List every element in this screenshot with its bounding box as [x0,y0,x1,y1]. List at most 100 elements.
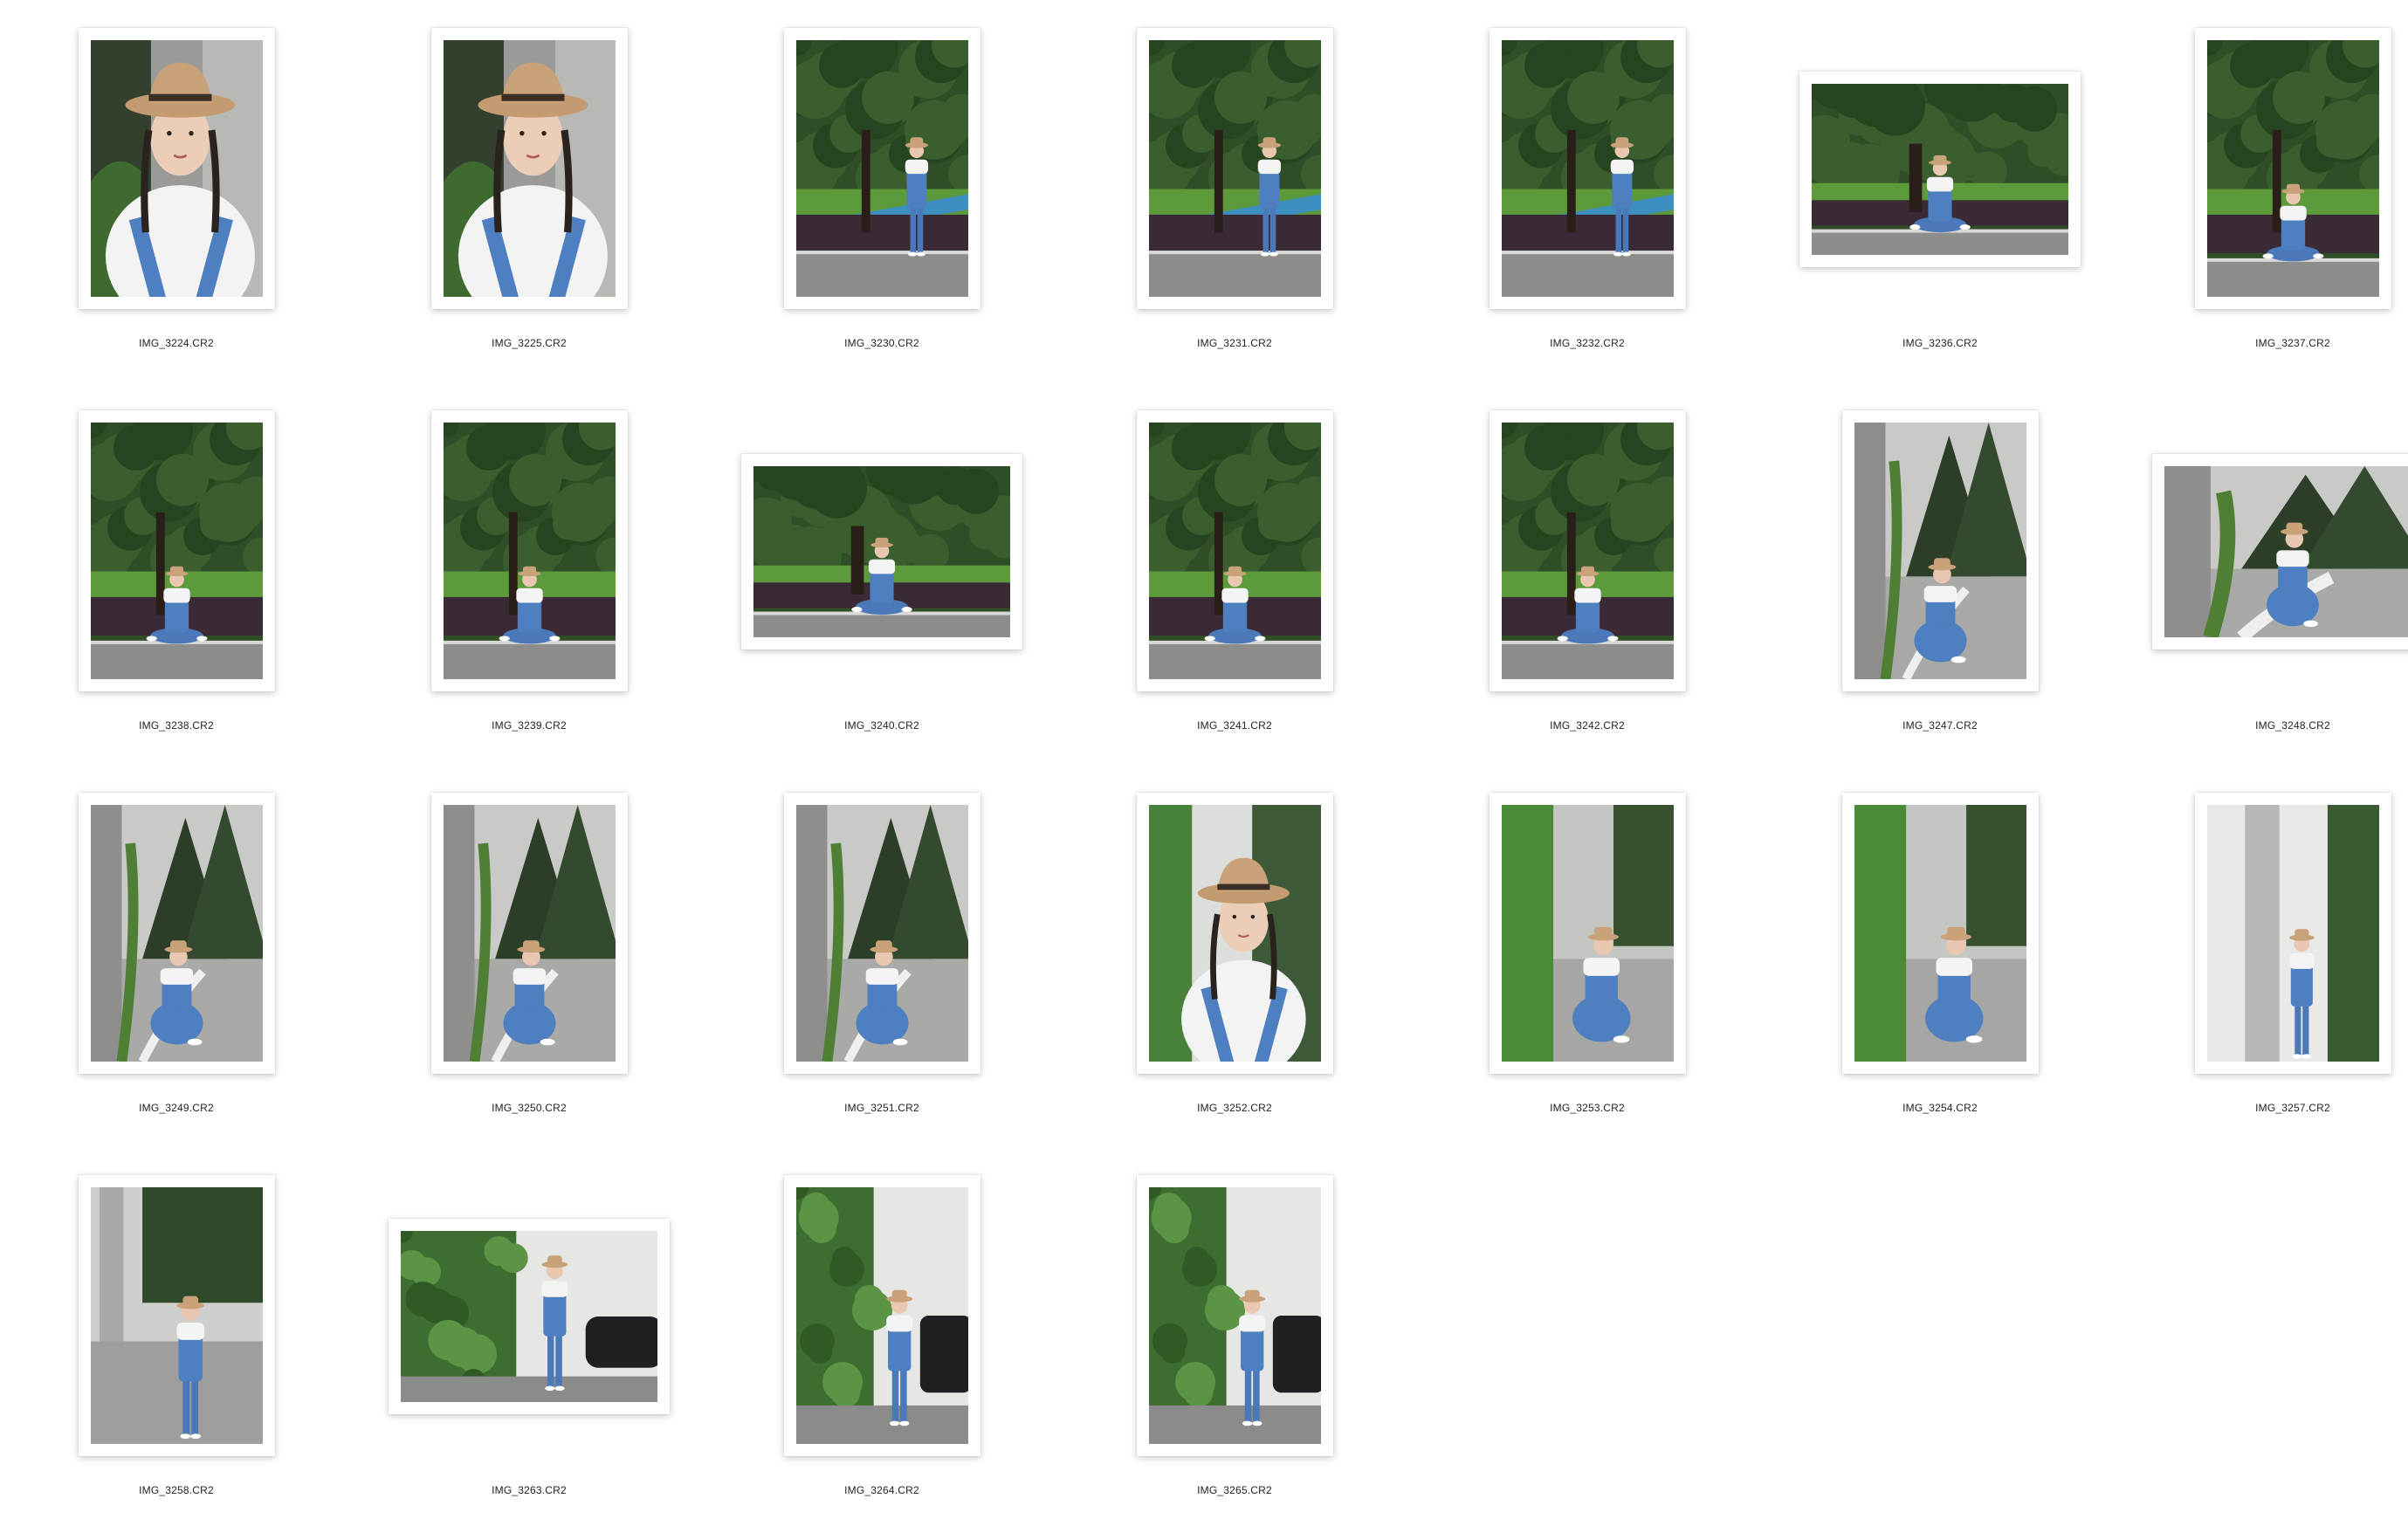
file-name-label: IMG_3250.CR2 [492,1102,567,1114]
photo-thumbnail-cell[interactable]: IMG_3232.CR2 [1411,0,1764,382]
photo-image [753,466,1010,637]
photo-image [1502,40,1674,297]
photo-thumbnail-cell[interactable]: IMG_3254.CR2 [1764,765,2116,1147]
photo-thumbnail-cell[interactable]: IMG_3242.CR2 [1411,382,1764,765]
photo-thumbnail[interactable] [1137,410,1333,691]
file-name-label: IMG_3224.CR2 [139,337,214,349]
photo-thumbnail[interactable] [431,28,628,309]
photo-image [91,1187,263,1444]
file-name-label: IMG_3240.CR2 [844,719,919,732]
photo-thumbnail-cell[interactable]: IMG_3231.CR2 [1058,0,1411,382]
file-name-label: IMG_3241.CR2 [1197,719,1272,732]
photo-thumbnail-cell[interactable]: IMG_3263.CR2 [353,1147,705,1530]
photo-thumbnail[interactable] [1137,28,1333,309]
photo-thumbnail[interactable] [1137,1175,1333,1456]
file-name-label: IMG_3239.CR2 [492,719,567,732]
photo-thumbnail[interactable] [79,793,275,1074]
photo-image [91,423,263,679]
photo-thumbnail[interactable] [389,1219,670,1414]
file-name-label: IMG_3251.CR2 [844,1102,919,1114]
photo-thumbnail-cell[interactable]: IMG_3253.CR2 [1411,765,1764,1147]
photo-thumbnail-cell[interactable]: IMG_3224.CR2 [0,0,353,382]
photo-image [91,40,263,297]
photo-image [91,805,263,1062]
file-name-label: IMG_3232.CR2 [1550,337,1625,349]
file-name-label: IMG_3236.CR2 [1902,337,1978,349]
photo-thumbnail-cell[interactable]: IMG_3258.CR2 [0,1147,353,1530]
photo-image [1812,84,2068,255]
photo-thumbnail-cell[interactable]: IMG_3241.CR2 [1058,382,1411,765]
photo-thumbnail-cell[interactable]: IMG_3239.CR2 [353,382,705,765]
photo-image [2164,466,2408,637]
photo-thumbnail-cell[interactable]: IMG_3230.CR2 [705,0,1058,382]
photo-thumbnail[interactable] [1842,410,2039,691]
photo-thumbnail-cell[interactable]: IMG_3248.CR2 [2116,382,2408,765]
photo-thumbnail[interactable] [741,454,1022,650]
file-name-label: IMG_3238.CR2 [139,719,214,732]
photo-thumbnail-cell[interactable]: IMG_3250.CR2 [353,765,705,1147]
file-name-label: IMG_3265.CR2 [1197,1484,1272,1496]
file-name-label: IMG_3264.CR2 [844,1484,919,1496]
file-name-label: IMG_3258.CR2 [139,1484,214,1496]
photo-image [796,1187,968,1444]
photo-thumbnail-cell[interactable]: IMG_3265.CR2 [1058,1147,1411,1530]
photo-image [2207,40,2379,297]
photo-image [1149,1187,1321,1444]
photo-thumbnail[interactable] [1490,28,1686,309]
file-name-label: IMG_3225.CR2 [492,337,567,349]
photo-thumbnail[interactable] [431,410,628,691]
photo-image [1149,40,1321,297]
photo-thumbnail[interactable] [79,28,275,309]
photo-image [1854,805,2026,1062]
photo-thumbnail-cell[interactable]: IMG_3238.CR2 [0,382,353,765]
photo-thumbnail[interactable] [1490,793,1686,1074]
photo-thumbnail[interactable] [79,410,275,691]
photo-thumbnail[interactable] [431,793,628,1074]
photo-image [444,805,616,1062]
photo-image [796,40,968,297]
file-name-label: IMG_3237.CR2 [2255,337,2330,349]
photo-thumbnail[interactable] [2195,793,2391,1074]
file-name-label: IMG_3247.CR2 [1902,719,1978,732]
photo-thumbnail-cell[interactable]: IMG_3257.CR2 [2116,765,2408,1147]
photo-image [1502,423,1674,679]
photo-image [1149,423,1321,679]
photo-image [444,40,616,297]
photo-thumbnail[interactable] [1137,793,1333,1074]
file-name-label: IMG_3253.CR2 [1550,1102,1625,1114]
photo-image [1502,805,1674,1062]
photo-thumbnail[interactable] [2195,28,2391,309]
photo-thumbnail-cell[interactable]: IMG_3240.CR2 [705,382,1058,765]
photo-thumbnail-cell[interactable]: IMG_3247.CR2 [1764,382,2116,765]
photo-image [2207,805,2379,1062]
photo-thumbnail[interactable] [784,793,980,1074]
thumbnail-grid: IMG_3224.CR2 IMG_3225.CR2 IMG_3230.CR2 IMG… [0,0,2408,1533]
photo-image [1149,805,1321,1062]
photo-thumbnail-cell[interactable]: IMG_3237.CR2 [2116,0,2408,382]
photo-thumbnail[interactable] [1842,793,2039,1074]
file-name-label: IMG_3254.CR2 [1902,1102,1978,1114]
file-name-label: IMG_3230.CR2 [844,337,919,349]
photo-image [1854,423,2026,679]
photo-thumbnail[interactable] [784,1175,980,1456]
file-name-label: IMG_3257.CR2 [2255,1102,2330,1114]
file-name-label: IMG_3231.CR2 [1197,337,1272,349]
photo-thumbnail-cell[interactable]: IMG_3252.CR2 [1058,765,1411,1147]
file-name-label: IMG_3249.CR2 [139,1102,214,1114]
photo-thumbnail[interactable] [2152,454,2408,650]
photo-image [401,1231,657,1402]
photo-thumbnail-cell[interactable]: IMG_3251.CR2 [705,765,1058,1147]
photo-thumbnail-cell[interactable]: IMG_3236.CR2 [1764,0,2116,382]
file-name-label: IMG_3248.CR2 [2255,719,2330,732]
photo-thumbnail[interactable] [784,28,980,309]
photo-thumbnail[interactable] [1490,410,1686,691]
photo-thumbnail[interactable] [1799,72,2081,267]
photo-image [444,423,616,679]
photo-thumbnail-cell[interactable]: IMG_3264.CR2 [705,1147,1058,1530]
photo-thumbnail-cell[interactable]: IMG_3225.CR2 [353,0,705,382]
file-name-label: IMG_3263.CR2 [492,1484,567,1496]
photo-thumbnail[interactable] [79,1175,275,1456]
file-name-label: IMG_3252.CR2 [1197,1102,1272,1114]
photo-thumbnail-cell[interactable]: IMG_3249.CR2 [0,765,353,1147]
photo-image [796,805,968,1062]
